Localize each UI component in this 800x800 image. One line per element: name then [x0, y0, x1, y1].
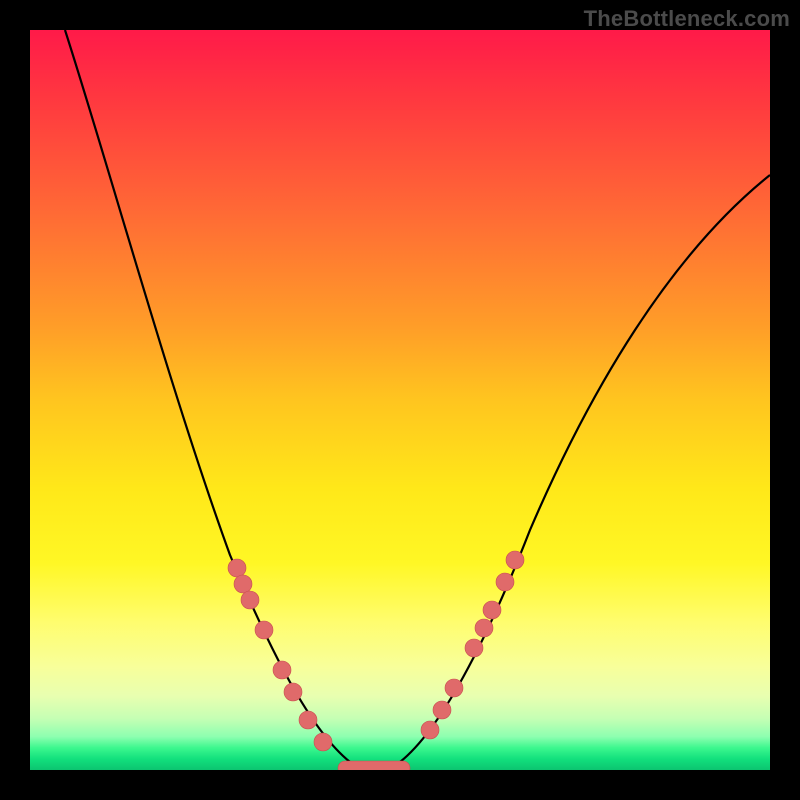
markers-right-group	[421, 551, 524, 739]
marker-right-0	[421, 721, 439, 739]
marker-left-0	[228, 559, 246, 577]
markers-left-group	[228, 559, 332, 751]
bottleneck-curve	[65, 30, 770, 767]
marker-right-1	[433, 701, 451, 719]
marker-right-2	[445, 679, 463, 697]
marker-left-2	[241, 591, 259, 609]
flat-segment-marker	[338, 761, 410, 770]
marker-right-7	[506, 551, 524, 569]
plot-area	[30, 30, 770, 770]
marker-left-1	[234, 575, 252, 593]
marker-right-5	[483, 601, 501, 619]
chart-frame: TheBottleneck.com	[0, 0, 800, 800]
marker-left-7	[314, 733, 332, 751]
marker-left-3	[255, 621, 273, 639]
marker-right-4	[475, 619, 493, 637]
marker-left-4	[273, 661, 291, 679]
marker-right-3	[465, 639, 483, 657]
watermark-text: TheBottleneck.com	[584, 6, 790, 32]
marker-left-5	[284, 683, 302, 701]
marker-right-6	[496, 573, 514, 591]
marker-left-6	[299, 711, 317, 729]
curve-svg	[30, 30, 770, 770]
